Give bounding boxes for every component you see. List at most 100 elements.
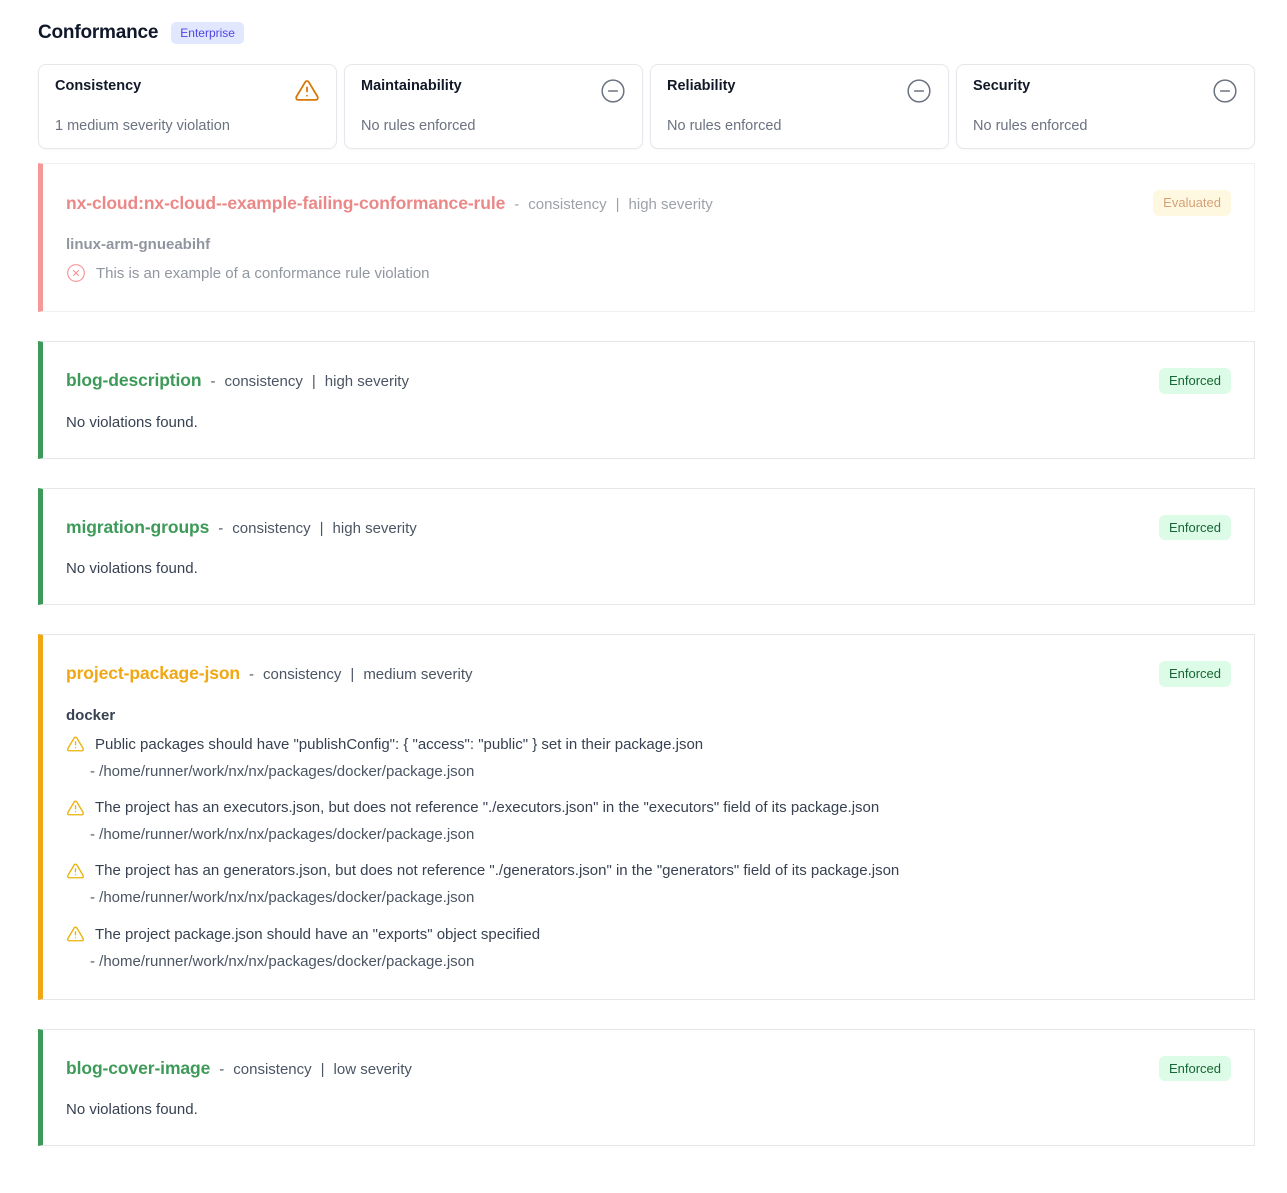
violation-item: The project has an executors.json, but d… bbox=[66, 797, 1231, 845]
category-status: No rules enforced bbox=[361, 118, 626, 134]
category-summary-row: Consistency 1 medium severity violation … bbox=[38, 64, 1255, 149]
rule-category: consistency bbox=[232, 520, 310, 537]
violation-item: This is an example of a conformance rule… bbox=[66, 263, 1231, 284]
violation-line: The project has an executors.json, but d… bbox=[66, 797, 1231, 818]
rule-meta-pipe: | bbox=[350, 666, 354, 683]
category-card: Consistency 1 medium severity violation bbox=[38, 64, 337, 149]
violation-item: The project has an generators.json, but … bbox=[66, 860, 1231, 908]
category-card: Security No rules enforced bbox=[956, 64, 1255, 149]
rule-meta-pipe: | bbox=[616, 196, 620, 213]
category-status: No rules enforced bbox=[667, 118, 932, 134]
warning-triangle-icon bbox=[66, 862, 85, 880]
category-status: No rules enforced bbox=[973, 118, 1238, 134]
rule-meta-dash: - bbox=[219, 1061, 224, 1078]
rule-card-body: linux-arm-gnueabihf This is an example o… bbox=[66, 236, 1231, 284]
rule-meta-pipe: | bbox=[312, 373, 316, 390]
rule-meta: - consistency | medium severity bbox=[249, 666, 472, 683]
violation-message: The project has an executors.json, but d… bbox=[95, 797, 879, 818]
violation-line: The project package.json should have an … bbox=[66, 924, 1231, 945]
warning-triangle-icon bbox=[294, 78, 320, 103]
page-header: Conformance Enterprise bbox=[38, 22, 1255, 44]
rule-status-badge: Enforced bbox=[1159, 661, 1231, 687]
rule-title-group: blog-cover-image - consistency | low sev… bbox=[66, 1058, 412, 1079]
no-violations-message: No violations found. bbox=[66, 414, 1231, 431]
violation-message: This is an example of a conformance rule… bbox=[96, 263, 430, 284]
rule-card: nx-cloud:nx-cloud--example-failing-confo… bbox=[38, 163, 1255, 312]
category-title: Reliability bbox=[667, 78, 736, 94]
rule-meta-dash: - bbox=[218, 520, 223, 537]
rule-name[interactable]: blog-cover-image bbox=[66, 1058, 210, 1079]
rule-meta-pipe: | bbox=[321, 1061, 325, 1078]
category-card-header: Maintainability bbox=[361, 78, 626, 104]
violation-path: - /home/runner/work/nx/nx/packages/docke… bbox=[90, 952, 1231, 972]
rule-meta-dash: - bbox=[514, 196, 519, 213]
rule-title-group: nx-cloud:nx-cloud--example-failing-confo… bbox=[66, 193, 713, 214]
violations-list: This is an example of a conformance rule… bbox=[66, 263, 1231, 284]
rule-card-body: No violations found. bbox=[66, 1101, 1231, 1118]
rule-name[interactable]: blog-description bbox=[66, 370, 201, 391]
rule-category: consistency bbox=[224, 373, 302, 390]
rule-name[interactable]: project-package-json bbox=[66, 663, 240, 684]
rule-card-body: docker Public packages should have "publ… bbox=[66, 707, 1231, 972]
rule-title-group: blog-description - consistency | high se… bbox=[66, 370, 409, 391]
category-title: Consistency bbox=[55, 78, 141, 94]
rule-severity: high severity bbox=[333, 520, 417, 537]
violation-message: The project has an generators.json, but … bbox=[95, 860, 899, 881]
category-card: Reliability No rules enforced bbox=[650, 64, 949, 149]
rule-status-badge: Enforced bbox=[1159, 368, 1231, 394]
rule-card: blog-cover-image - consistency | low sev… bbox=[38, 1029, 1255, 1147]
conformance-page: Conformance Enterprise Consistency 1 med… bbox=[0, 0, 1287, 1182]
violation-message: Public packages should have "publishConf… bbox=[95, 734, 703, 755]
rule-meta: - consistency | low severity bbox=[219, 1061, 412, 1078]
rule-card: migration-groups - consistency | high se… bbox=[38, 488, 1255, 606]
rule-status-badge: Enforced bbox=[1159, 1056, 1231, 1082]
rule-status-badge: Evaluated bbox=[1153, 190, 1231, 216]
rule-card-header: project-package-json - consistency | med… bbox=[66, 661, 1231, 687]
rule-severity: medium severity bbox=[363, 666, 472, 683]
project-name: docker bbox=[66, 707, 1231, 724]
rule-category: consistency bbox=[528, 196, 606, 213]
violation-path: - /home/runner/work/nx/nx/packages/docke… bbox=[90, 825, 1231, 845]
no-violations-message: No violations found. bbox=[66, 560, 1231, 577]
rule-meta-dash: - bbox=[210, 373, 215, 390]
minus-circle-icon bbox=[600, 78, 626, 104]
project-name: linux-arm-gnueabihf bbox=[66, 236, 1231, 253]
rule-severity: high severity bbox=[629, 196, 713, 213]
violation-message: The project package.json should have an … bbox=[95, 924, 540, 945]
rule-meta-dash: - bbox=[249, 666, 254, 683]
category-card-header: Consistency bbox=[55, 78, 320, 103]
violation-line: This is an example of a conformance rule… bbox=[66, 263, 1231, 284]
rule-card: project-package-json - consistency | med… bbox=[38, 634, 1255, 1000]
category-status: 1 medium severity violation bbox=[55, 118, 320, 134]
violation-path: - /home/runner/work/nx/nx/packages/docke… bbox=[90, 888, 1231, 908]
category-title: Security bbox=[973, 78, 1030, 94]
rule-card-body: No violations found. bbox=[66, 414, 1231, 431]
x-circle-icon bbox=[66, 263, 86, 283]
rule-meta: - consistency | high severity bbox=[218, 520, 417, 537]
rule-card-header: blog-cover-image - consistency | low sev… bbox=[66, 1056, 1231, 1082]
rule-title-group: project-package-json - consistency | med… bbox=[66, 663, 473, 684]
enterprise-plan-badge: Enterprise bbox=[171, 22, 244, 44]
warning-triangle-icon bbox=[66, 735, 85, 753]
violation-line: The project has an generators.json, but … bbox=[66, 860, 1231, 881]
category-card-header: Reliability bbox=[667, 78, 932, 104]
rule-card-body: No violations found. bbox=[66, 560, 1231, 577]
rules-list: nx-cloud:nx-cloud--example-failing-confo… bbox=[38, 163, 1255, 1146]
rule-name[interactable]: nx-cloud:nx-cloud--example-failing-confo… bbox=[66, 193, 505, 214]
rule-meta-pipe: | bbox=[320, 520, 324, 537]
minus-circle-icon bbox=[906, 78, 932, 104]
no-violations-message: No violations found. bbox=[66, 1101, 1231, 1118]
violation-line: Public packages should have "publishConf… bbox=[66, 734, 1231, 755]
minus-circle-icon bbox=[1212, 78, 1238, 104]
violation-item: The project package.json should have an … bbox=[66, 924, 1231, 972]
rule-card: blog-description - consistency | high se… bbox=[38, 341, 1255, 459]
rule-card-header: blog-description - consistency | high se… bbox=[66, 368, 1231, 394]
rule-category: consistency bbox=[233, 1061, 311, 1078]
page-title: Conformance bbox=[38, 22, 158, 44]
category-card: Maintainability No rules enforced bbox=[344, 64, 643, 149]
warning-triangle-icon bbox=[66, 925, 85, 943]
category-title: Maintainability bbox=[361, 78, 462, 94]
rule-severity: high severity bbox=[325, 373, 409, 390]
rule-name[interactable]: migration-groups bbox=[66, 517, 209, 538]
rule-severity: low severity bbox=[334, 1061, 412, 1078]
